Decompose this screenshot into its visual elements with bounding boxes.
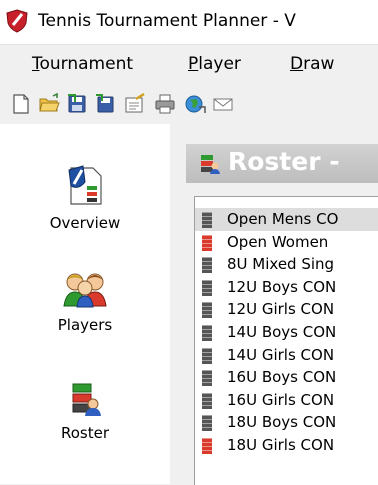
event-color-icon — [202, 234, 212, 251]
menu-draw[interactable]: Draw — [290, 54, 334, 74]
sidebar-item-roster[interactable]: Roster — [25, 382, 145, 442]
new-document-icon[interactable] — [10, 93, 32, 115]
open-folder-icon[interactable] — [38, 93, 60, 115]
event-color-icon — [202, 325, 212, 341]
list-item[interactable]: 18U Boys CON — [195, 411, 378, 434]
list-item[interactable]: 16U Girls CON — [195, 389, 378, 412]
list-item-label: Open Mens CO — [227, 210, 339, 228]
roster-icon — [72, 383, 101, 416]
event-color-icon — [202, 302, 212, 319]
list-item[interactable]: 12U Boys CON — [195, 276, 378, 299]
page-title: Roster - — [228, 147, 340, 176]
list-item-label: 8U Mixed Sing — [227, 255, 335, 274]
menu-label: raw — [303, 54, 335, 74]
toolbar — [0, 85, 378, 123]
list-item[interactable]: Open Women — [195, 231, 378, 254]
menu-bar: Tournament Player Draw — [0, 44, 378, 85]
menu-tournament[interactable]: Tournament — [32, 54, 133, 74]
sidebar-item-label: Roster — [60, 424, 110, 442]
sidebar-item-label: Overview — [49, 214, 121, 232]
list-item[interactable]: 12U Girls CON — [195, 298, 378, 321]
menu-label: ournament — [39, 54, 134, 74]
list-item-label: Open Women — [227, 232, 329, 251]
list-item-label: 14U Boys CON — [227, 323, 337, 341]
sidebar: Overview Players Roster — [0, 124, 170, 484]
window-title: Tennis Tournament Planner - V — [38, 11, 296, 31]
print-icon[interactable] — [154, 93, 176, 115]
save-as-icon[interactable] — [94, 93, 116, 115]
event-color-icon — [202, 370, 212, 387]
sidebar-item-label: Players — [57, 316, 113, 334]
list-item-label: 18U Boys CON — [227, 413, 337, 432]
menu-accel: T — [32, 54, 40, 74]
event-color-icon — [202, 212, 212, 228]
list-item-label: 16U Boys CON — [227, 368, 337, 387]
properties-icon[interactable] — [124, 93, 146, 115]
list-item[interactable]: 16U Boys CON — [195, 366, 378, 389]
event-color-icon — [202, 279, 212, 296]
roster-list[interactable]: Open Mens CO Open Women 8U Mixed Sing 12U B… — [194, 196, 378, 485]
list-item[interactable]: 14U Girls CON — [195, 344, 378, 367]
overview-icon — [68, 165, 102, 205]
roster-header: Roster - — [186, 144, 378, 183]
shield-icon — [6, 9, 28, 33]
roster-header-icon — [201, 155, 220, 174]
menu-accel: P — [188, 54, 199, 74]
event-color-icon — [202, 347, 212, 364]
main-panel: Roster - Open Mens CO Open Women 8U Mixed … — [170, 124, 378, 485]
list-item-label: 18U Girls CON — [227, 436, 335, 454]
save-icon[interactable] — [66, 93, 88, 115]
players-icon — [63, 273, 107, 308]
event-color-icon — [202, 392, 212, 409]
email-icon[interactable] — [212, 93, 234, 115]
list-item[interactable]: Open Mens CO — [195, 208, 378, 231]
list-item-label: 12U Girls CON — [227, 300, 335, 319]
title-bar: Tennis Tournament Planner - V — [0, 0, 378, 44]
menu-label: layer — [198, 54, 241, 74]
menu-player[interactable]: Player — [188, 54, 241, 74]
list-item[interactable]: 18U Girls CON — [195, 434, 378, 457]
menu-accel: D — [290, 54, 304, 74]
list-item-label: 12U Boys CON — [227, 277, 337, 296]
list-item[interactable]: 14U Boys CON — [195, 321, 378, 344]
sidebar-item-players[interactable]: Players — [25, 270, 145, 334]
list-item-label: 16U Girls CON — [227, 390, 335, 409]
list-item[interactable]: 8U Mixed Sing — [195, 253, 378, 276]
web-publish-icon[interactable] — [184, 93, 206, 115]
event-color-icon — [202, 415, 212, 432]
event-color-icon — [202, 257, 212, 274]
list-item-label: 14U Girls CON — [227, 345, 335, 364]
sidebar-item-overview[interactable]: Overview — [25, 164, 145, 232]
event-color-icon — [202, 438, 212, 454]
